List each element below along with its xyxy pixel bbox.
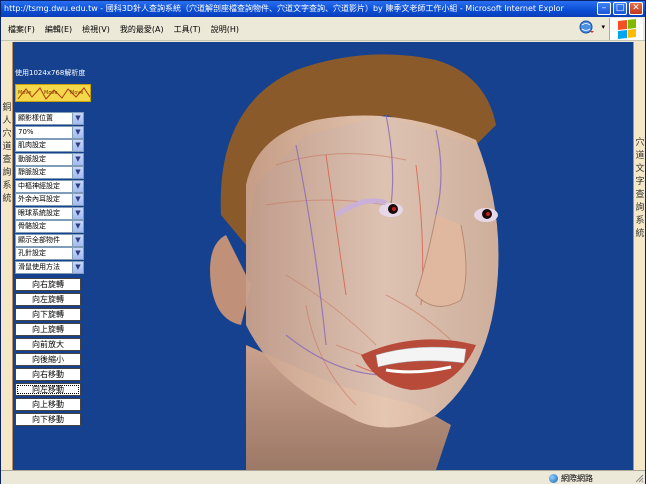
bone-select[interactable]: 骨骼設定 ▼ [15, 220, 84, 233]
control-panel: 使用1024x768解析度 Move Move Move 顯影樣位置 ▼ 70% ▼… [15, 68, 91, 426]
chevron-down-icon: ▼ [72, 153, 83, 165]
zoom-in-button[interactable]: 向前放大 [15, 337, 81, 351]
setting-selects: 顯影樣位置 ▼ 70% ▼ 肌肉設定 ▼ 動脈設定 ▼ 靜脈設定 ▼ 中樞神經設定 ▼ 外余… [15, 112, 89, 274]
menu-bar: 檔案(F) 編輯(E) 檢視(V) 我的最愛(A) 工具(T) 說明(H) ▾ [1, 17, 645, 41]
muscle-select[interactable]: 肌肉設定 ▼ [15, 139, 84, 152]
select-value: 70% [18, 127, 34, 136]
page-viewport: 銅人穴道查詢系統 使用1024x768解析度 Move Move Move 顯影… [1, 42, 645, 470]
right-sidebar-label: 穴道文字查詢系統 [635, 138, 645, 239]
cns-select[interactable]: 中樞神經設定 ▼ [15, 179, 84, 193]
eye-select[interactable]: 眼球系統設定 ▼ [15, 206, 84, 220]
chevron-down-icon: ▼ [72, 180, 83, 192]
select-value: 動脈設定 [18, 154, 46, 163]
3d-head-viewport[interactable] [186, 45, 571, 470]
window-title: http://tsmg.dwu.edu.tw - 國科3D針人查詢系統（穴道解剖… [4, 4, 564, 13]
chevron-down-icon: ▼ [72, 234, 83, 246]
select-value: 孔針設定 [18, 249, 46, 257]
ear [210, 235, 251, 325]
rotate-right-button[interactable]: 向右旋轉 [15, 277, 81, 291]
select-value: 顯示全部物件 [18, 235, 60, 244]
chevron-down-icon: ▼ [72, 194, 83, 205]
view-position-select[interactable]: 顯影樣位置 ▼ [15, 112, 84, 125]
rotate-up-button[interactable]: 向上旋轉 [15, 322, 81, 336]
chevron-down-icon: ▼ [72, 140, 83, 151]
toolbar-globe-icon[interactable] [579, 19, 595, 35]
move-right-button[interactable]: 向右移動 [15, 367, 81, 381]
banner-word-2: Move [44, 90, 58, 96]
chevron-down-icon: ▼ [72, 261, 83, 273]
menu-edit[interactable]: 編輯(E) [40, 23, 77, 36]
select-value: 顯影樣位置 [18, 114, 53, 122]
zone-label: 網際網路 [561, 473, 593, 483]
move-left-button[interactable]: 向左移動 [15, 382, 81, 396]
left-sidebar-label: 銅人穴道查詢系統 [2, 103, 12, 204]
select-value: 靜脈設定 [18, 168, 46, 176]
menu-tools[interactable]: 工具(T) [169, 23, 206, 36]
chevron-down-icon: ▼ [72, 113, 83, 124]
move-up-button[interactable]: 向上移動 [15, 397, 81, 411]
chevron-down-icon: ▼ [72, 126, 83, 138]
menu-favorites[interactable]: 我的最愛(A) [115, 23, 169, 36]
chevron-down-icon[interactable]: ▾ [601, 23, 605, 31]
maximize-button[interactable]: □ [613, 2, 627, 15]
select-value: 骨骼設定 [18, 222, 46, 230]
rotate-down-button[interactable]: 向下旋轉 [15, 307, 81, 321]
select-value: 外余內耳設定 [18, 195, 60, 203]
resize-grip-icon[interactable] [634, 473, 644, 483]
vein-select[interactable]: 靜脈設定 ▼ [15, 166, 84, 179]
select-value: 肌肉設定 [18, 141, 46, 149]
title-bar[interactable]: http://tsmg.dwu.edu.tw - 國科3D針人查詢系統（穴道解剖… [1, 1, 645, 17]
navigation-buttons: 向右旋轉 向左旋轉 向下旋轉 向上旋轉 向前放大 向後縮小 向右移動 向左移動 … [15, 277, 89, 426]
resolution-note: 使用1024x768解析度 [15, 69, 86, 77]
zoom-out-button[interactable]: 向後縮小 [15, 352, 81, 366]
banner-word-3: Move [70, 90, 84, 96]
move-banner: Move Move Move [15, 84, 91, 102]
globe-icon [549, 473, 558, 483]
browser-window: http://tsmg.dwu.edu.tw - 國科3D針人查詢系統（穴道解剖… [0, 0, 646, 484]
opacity-select[interactable]: 70% ▼ [15, 125, 84, 139]
left-sidebar[interactable]: 銅人穴道查詢系統 [1, 42, 13, 470]
minimize-button[interactable]: – [597, 2, 611, 15]
close-button[interactable]: ✕ [629, 2, 643, 15]
right-sidebar[interactable]: 穴道文字查詢系統 [633, 42, 645, 470]
menu-file[interactable]: 檔案(F) [3, 23, 40, 36]
windows-flag-icon [617, 19, 636, 39]
move-down-button[interactable]: 向下移動 [15, 412, 81, 426]
chevron-down-icon: ▼ [72, 207, 83, 219]
banner-word-1: Move [18, 90, 32, 96]
chevron-down-icon: ▼ [72, 221, 83, 232]
mouse-help-select[interactable]: 滑鼠使用方法 ▼ [15, 260, 84, 274]
chevron-down-icon: ▼ [72, 248, 83, 259]
select-value: 中樞神經設定 [18, 181, 60, 190]
ear-select[interactable]: 外余內耳設定 ▼ [15, 193, 84, 206]
needle-select[interactable]: 孔針設定 ▼ [15, 247, 84, 260]
windows-logo [609, 18, 643, 40]
rotate-left-button[interactable]: 向左旋轉 [15, 292, 81, 306]
select-value: 眼球系統設定 [18, 208, 60, 217]
status-bar: 網際網路 [1, 470, 645, 484]
security-zone: 網際網路 [549, 472, 593, 484]
select-value: 滑鼠使用方法 [18, 262, 60, 271]
artery-select[interactable]: 動脈設定 ▼ [15, 152, 84, 166]
menu-help[interactable]: 說明(H) [206, 23, 244, 36]
menu-view[interactable]: 檢視(V) [77, 23, 115, 36]
chevron-down-icon: ▼ [72, 167, 83, 178]
show-all-select[interactable]: 顯示全部物件 ▼ [15, 233, 84, 247]
